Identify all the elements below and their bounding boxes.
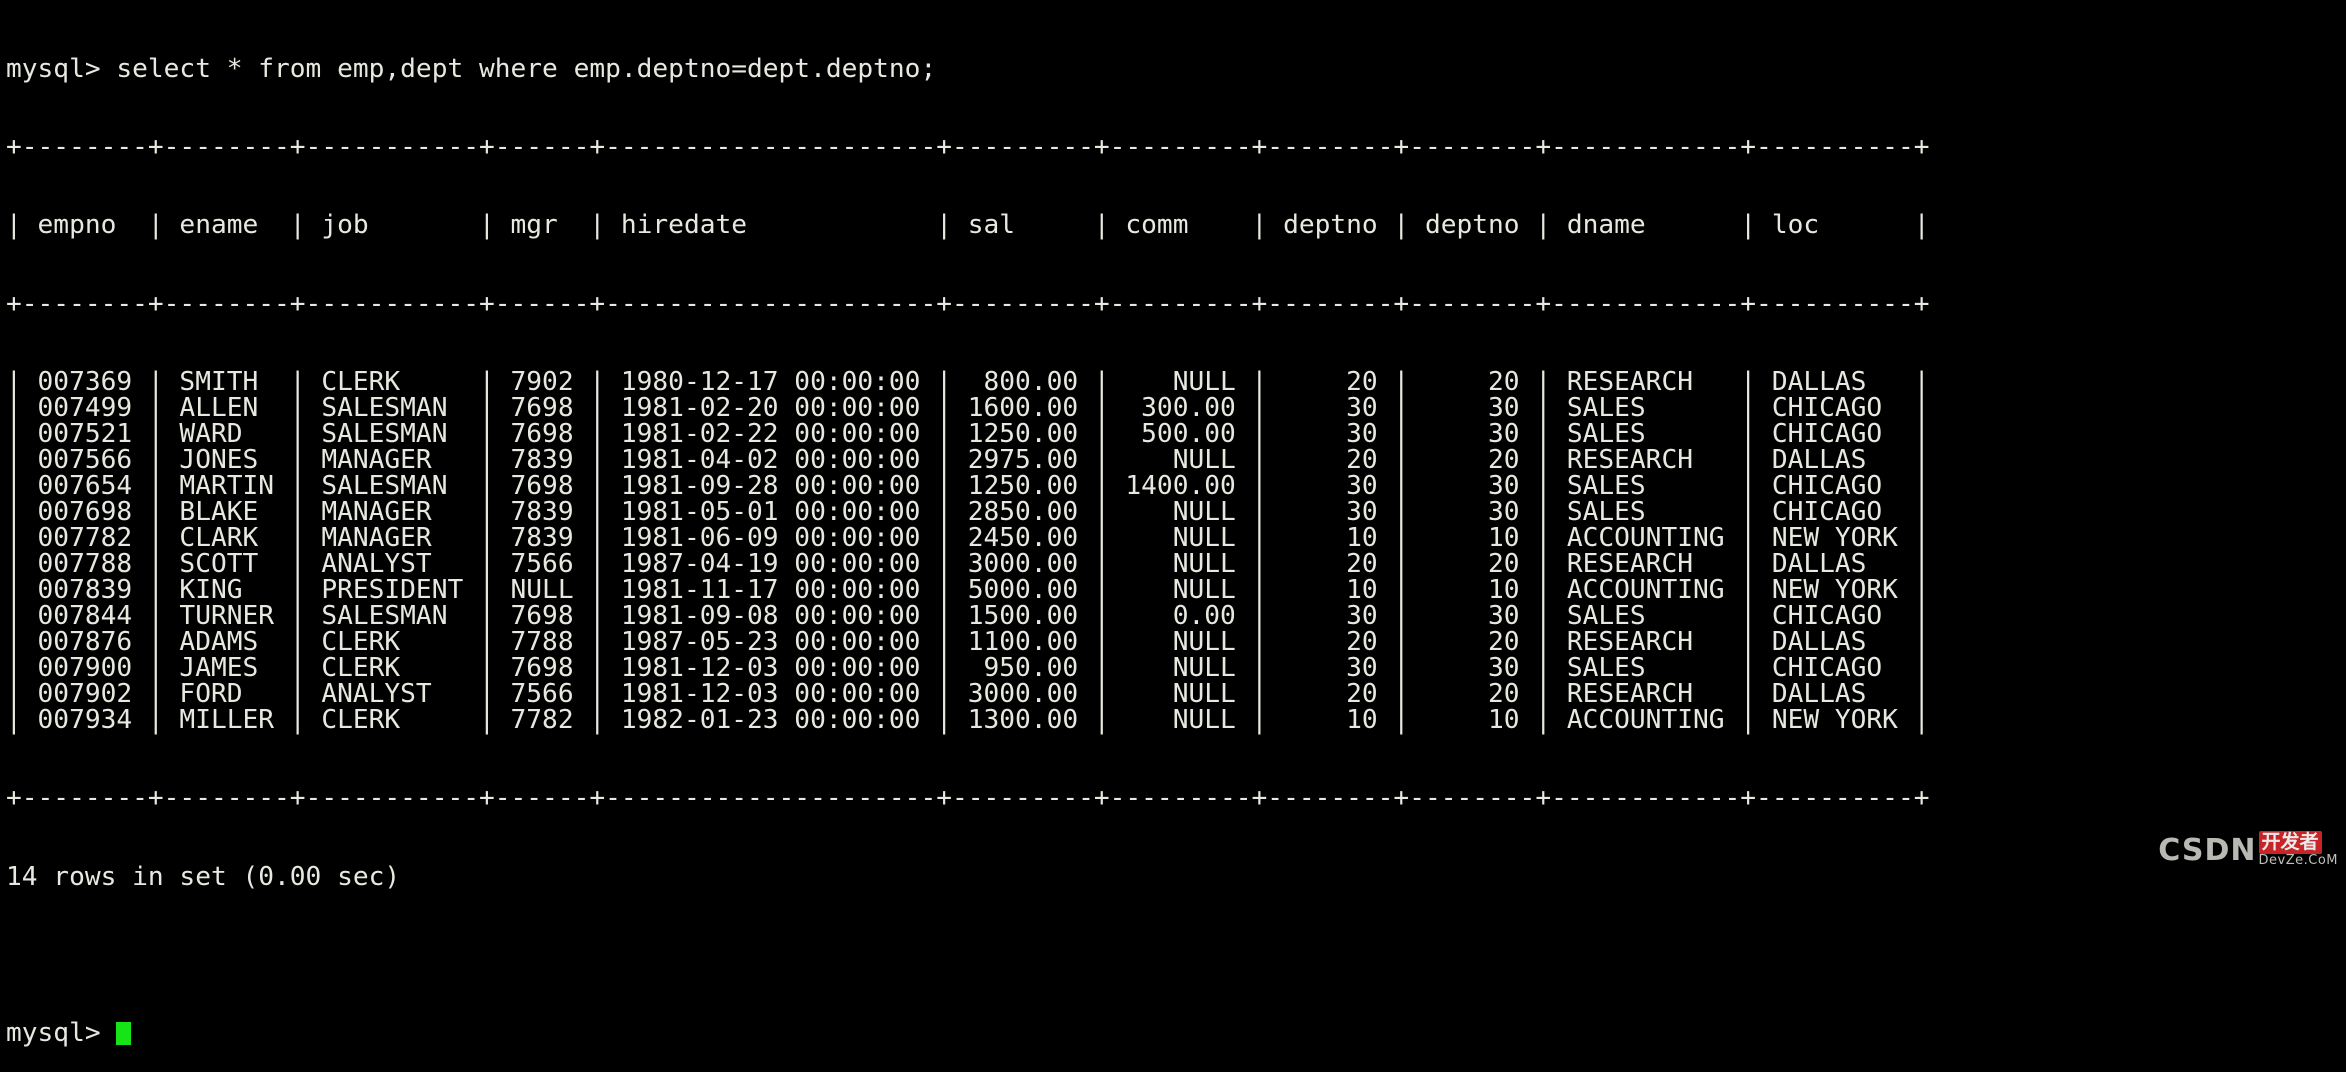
shell-prompt: mysql>: [6, 1017, 101, 1048]
table-row: | 007900 | JAMES | CLERK | 7698 | 1981-1…: [6, 653, 1930, 684]
table-row: | 007654 | MARTIN | SALESMAN | 7698 | 19…: [6, 470, 1930, 501]
table-body: | 007369 | SMITH | CLERK | 7902 | 1980-1…: [6, 369, 2346, 734]
table-row: | 007499 | ALLEN | SALESMAN | 7698 | 198…: [6, 392, 1930, 423]
table-top-border: +--------+--------+-----------+------+--…: [6, 132, 1930, 163]
shell-prompt-line[interactable]: mysql>: [6, 1020, 2346, 1046]
table-row: | 007902 | FORD | ANALYST | 7566 | 1981-…: [6, 679, 1930, 710]
table-row: | 007369 | SMITH | CLERK | 7902 | 1980-1…: [6, 366, 1930, 397]
table-bottom-border: +--------+--------+-----------+------+--…: [6, 783, 1930, 814]
result-status: 14 rows in set (0.00 sec): [6, 861, 401, 892]
table-row: | 007698 | BLAKE | MANAGER | 7839 | 1981…: [6, 496, 1930, 527]
terminal-screen[interactable]: mysql> select * from emp,dept where emp.…: [0, 0, 2346, 1046]
table-row: | 007521 | WARD | SALESMAN | 7698 | 1981…: [6, 418, 1930, 449]
table-header-border: +--------+--------+-----------+------+--…: [6, 288, 1930, 319]
table-row: | 007844 | TURNER | SALESMAN | 7698 | 19…: [6, 601, 1930, 632]
table-row: | 007788 | SCOTT | ANALYST | 7566 | 1987…: [6, 548, 1930, 579]
table-header-row: | empno | ename | job | mgr | hiredate |…: [6, 210, 1930, 241]
block-cursor: [116, 1021, 132, 1045]
command-line: mysql> select * from emp,dept where emp.…: [6, 54, 937, 85]
table-row: | 007782 | CLARK | MANAGER | 7839 | 1981…: [6, 522, 1930, 553]
table-row: | 007934 | MILLER | CLERK | 7782 | 1982-…: [6, 705, 1930, 736]
table-row: | 007566 | JONES | MANAGER | 7839 | 1981…: [6, 444, 1930, 475]
table-row: | 007876 | ADAMS | CLERK | 7788 | 1987-0…: [6, 627, 1930, 658]
table-row: | 007839 | KING | PRESIDENT | NULL | 198…: [6, 575, 1930, 606]
